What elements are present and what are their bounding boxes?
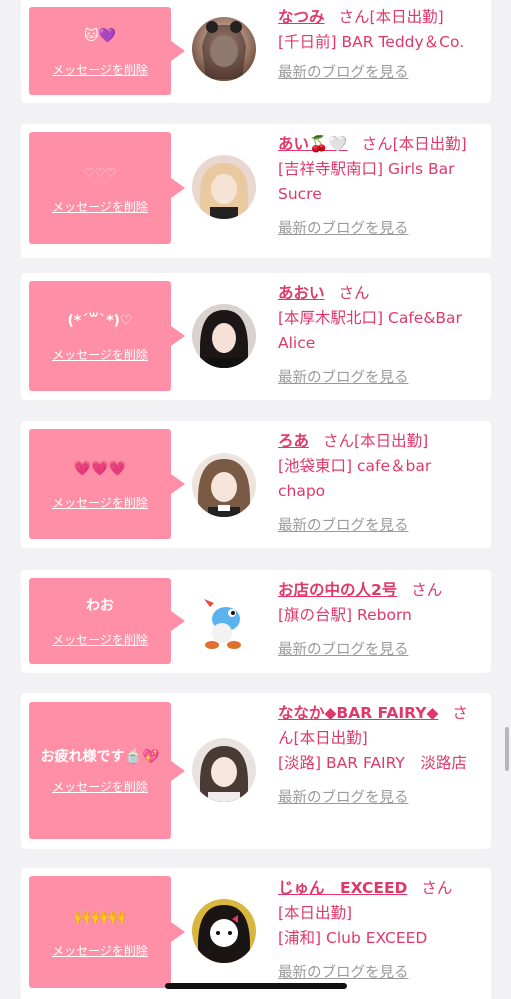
message-text: 🙌🙌🙌	[73, 908, 127, 925]
san-suffix: さん	[411, 581, 443, 599]
delete-message-link[interactable]: メッセージを削除	[52, 942, 148, 959]
work-status: [本日出勤]	[354, 432, 429, 450]
message-text: わお	[86, 597, 114, 614]
shop-name: [本厚木駅北口] Cafe&Bar Alice	[278, 309, 462, 352]
scrollbar-thumb[interactable]	[505, 727, 509, 771]
work-status: [本日出勤]	[293, 729, 368, 747]
avatar[interactable]	[192, 304, 256, 368]
delete-message-link[interactable]: メッセージを削除	[52, 494, 148, 511]
avatar[interactable]	[192, 589, 256, 653]
latest-blog-link[interactable]: 最新のブログを見る	[278, 786, 483, 811]
delete-message-link[interactable]: メッセージを削除	[52, 198, 148, 215]
san-suffix: さん	[361, 135, 393, 153]
girl-info: なつみ さん[本日出勤] [千日前] BAR Teddy＆Co. 最新のブログを見…	[278, 5, 483, 86]
girl-info: お店の中の人2号 さん [旗の台駅] Reborn 最新のブログを見る	[278, 578, 483, 663]
message-card: (*´꒳`*)♡ メッセージを削除 あおい さん [本厚木駅北口] Cafe&Ba…	[21, 273, 491, 400]
latest-blog-link[interactable]: 最新のブログを見る	[278, 61, 483, 86]
work-status: [本日出勤]	[278, 904, 353, 922]
delete-message-link[interactable]: メッセージを削除	[52, 61, 148, 78]
latest-blog-link[interactable]: 最新のブログを見る	[278, 638, 483, 663]
shop-name: [池袋東口] cafe＆bar chapo	[278, 457, 432, 500]
girl-info: じゅん EXCEED さん [本日出勤] [浦和] Club EXCEED 最新の…	[278, 876, 483, 986]
san-suffix: さん	[323, 432, 355, 450]
message-card: ♡♡♡ メッセージを削除 あい🍒🤍 さん[本日出勤] [吉祥寺駅南口] Girls…	[21, 124, 491, 258]
message-text: 💗💗💗	[73, 460, 127, 477]
message-bubble: わお メッセージを削除	[29, 578, 185, 664]
girl-name-link[interactable]: あい🍒🤍	[278, 135, 348, 153]
message-bubble: (*´꒳`*)♡ メッセージを削除	[29, 281, 185, 391]
girl-name-link[interactable]: なつみ	[278, 8, 325, 26]
home-indicator[interactable]	[165, 983, 347, 989]
message-text: 🐱💜	[83, 27, 117, 44]
girl-info: ななか◆BAR FAIRY◆ さん[本日出勤] [淡路] BAR FAIRY 淡路…	[278, 701, 483, 811]
message-card: 🙌🙌🙌 メッセージを削除 じゅん EXCEED さん [本日出勤] [浦和] Cl…	[21, 868, 491, 999]
shop-name: [千日前] BAR Teddy＆Co.	[278, 33, 465, 51]
shop-name: [吉祥寺駅南口] Girls Bar Sucre	[278, 160, 455, 203]
message-bubble: 💗💗💗 メッセージを削除	[29, 429, 185, 539]
avatar[interactable]	[192, 155, 256, 219]
message-text: ♡♡♡	[83, 165, 117, 180]
message-bubble: お疲れ様です🍵💖 メッセージを削除	[29, 702, 185, 839]
delete-message-link[interactable]: メッセージを削除	[52, 346, 148, 363]
message-bubble: 🐱💜 メッセージを削除	[29, 7, 185, 95]
san-suffix: さん	[338, 8, 370, 26]
message-text: お疲れ様です🍵💖	[40, 749, 160, 765]
girl-name-link[interactable]: ろあ	[278, 432, 309, 450]
delete-message-link[interactable]: メッセージを削除	[52, 631, 148, 648]
avatar[interactable]	[192, 17, 256, 81]
message-bubble: ♡♡♡ メッセージを削除	[29, 132, 185, 244]
latest-blog-link[interactable]: 最新のブログを見る	[278, 366, 483, 391]
girl-info: あい🍒🤍 さん[本日出勤] [吉祥寺駅南口] Girls Bar Sucre 最新…	[278, 132, 483, 242]
girl-name-link[interactable]: お店の中の人2号	[278, 581, 397, 599]
work-status: [本日出勤]	[392, 135, 467, 153]
girl-info: ろあ さん[本日出勤] [池袋東口] cafe＆bar chapo 最新のブログを…	[278, 429, 483, 539]
girl-name-link[interactable]: じゅん EXCEED	[278, 879, 407, 897]
delete-message-link[interactable]: メッセージを削除	[52, 778, 148, 795]
girl-name-link[interactable]: ななか◆BAR FAIRY◆	[278, 704, 438, 722]
latest-blog-link[interactable]: 最新のブログを見る	[278, 217, 483, 242]
avatar[interactable]	[192, 453, 256, 517]
message-list-page: 🐱💜 メッセージを削除 なつみ さん[本日出勤] [千日前] BAR Teddy＆…	[0, 0, 511, 999]
work-status: [本日出勤]	[369, 8, 444, 26]
avatar[interactable]	[192, 738, 256, 802]
message-card: お疲れ様です🍵💖 メッセージを削除 ななか◆BAR FAIRY◆ さん[本日出勤]…	[21, 693, 491, 849]
san-suffix: さん	[338, 284, 370, 302]
girl-info: あおい さん [本厚木駅北口] Cafe&Bar Alice 最新のブログを見る	[278, 281, 483, 391]
message-text: (*´꒳`*)♡	[67, 312, 133, 329]
san-suffix: さん	[421, 879, 453, 897]
shop-name: [浦和] Club EXCEED	[278, 929, 428, 947]
latest-blog-link[interactable]: 最新のブログを見る	[278, 514, 483, 539]
avatar[interactable]	[192, 899, 256, 963]
message-bubble: 🙌🙌🙌 メッセージを削除	[29, 876, 185, 988]
message-card: わお メッセージを削除 お店の中の人2号 さん [旗の台駅] Reborn 最新の…	[21, 570, 491, 673]
shop-name: [淡路] BAR FAIRY 淡路店	[278, 754, 467, 772]
message-card: 🐱💜 メッセージを削除 なつみ さん[本日出勤] [千日前] BAR Teddy＆…	[21, 0, 491, 103]
girl-name-link[interactable]: あおい	[278, 284, 325, 302]
message-card: 💗💗💗 メッセージを削除 ろあ さん[本日出勤] [池袋東口] cafe＆bar …	[21, 421, 491, 548]
shop-name: [旗の台駅] Reborn	[278, 606, 412, 624]
